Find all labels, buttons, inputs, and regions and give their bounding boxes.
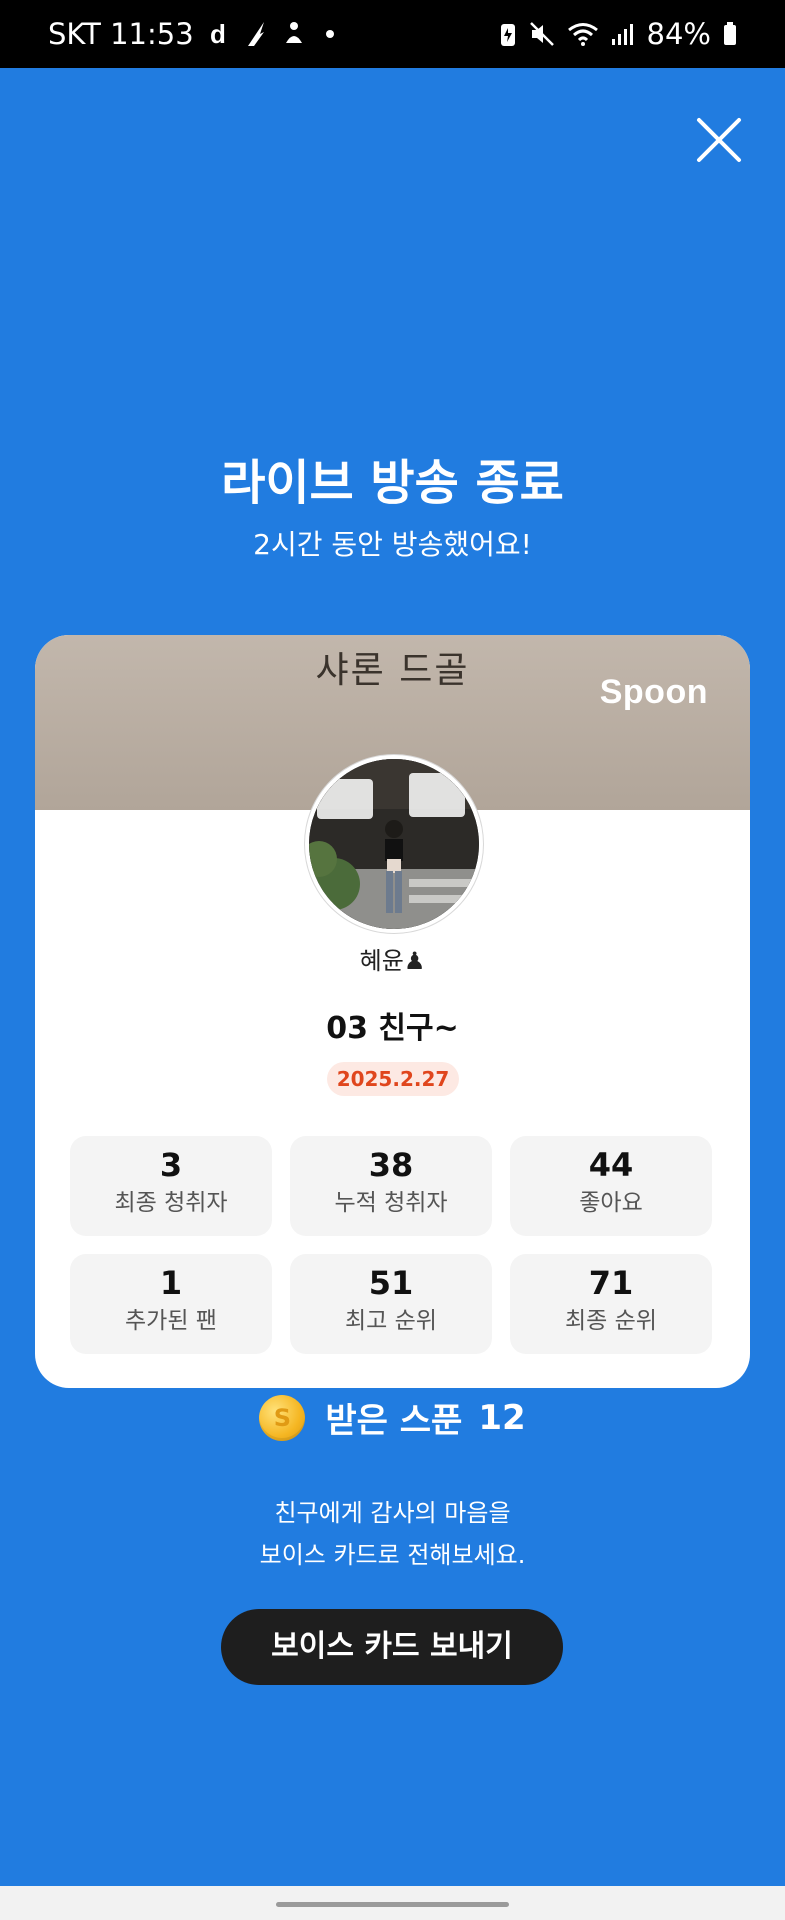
stat-value: 38 — [368, 1146, 414, 1184]
spoon-logo: Spoon — [599, 673, 708, 711]
notification-dot — [325, 30, 334, 38]
stat-final-listeners: 3 최종 청취자 — [70, 1136, 272, 1236]
received-spoons-label: 받은 스푼 — [325, 1401, 463, 1441]
signal-icon — [611, 22, 635, 46]
mute-icon — [529, 21, 555, 47]
thanks-message: 친구에게 감사의 마음을 보이스 카드로 전해보세요. — [0, 1492, 785, 1576]
wifi-icon — [567, 21, 599, 47]
stat-value: 1 — [159, 1264, 183, 1302]
svg-text:d: d — [210, 21, 226, 47]
broadcast-summary-card: 샤론 드골 Spoon 혜윤♟ 03 친구~ 2025.2.27 3 최종 청취… — [35, 635, 750, 1388]
profile-photo — [309, 759, 479, 929]
battery-percent: 84% — [646, 17, 711, 51]
thanks-message-line2: 보이스 카드로 전해보세요. — [259, 1541, 526, 1569]
stat-label: 최고 순위 — [345, 1308, 437, 1334]
status-right: 84% — [499, 17, 737, 51]
stat-value: 71 — [588, 1264, 634, 1302]
battery-icon — [723, 22, 737, 46]
send-voice-card-button[interactable]: 보이스 카드 보내기 — [221, 1609, 563, 1685]
meditation-app-icon — [282, 21, 306, 47]
status-bar: SKT 11:53 d 84% — [0, 0, 785, 68]
avatar — [305, 755, 483, 933]
status-left: SKT 11:53 d — [48, 17, 334, 51]
stat-value: 44 — [588, 1146, 634, 1184]
feather-app-icon — [244, 20, 268, 48]
stat-label: 최종 순위 — [565, 1308, 657, 1334]
stat-value: 51 — [368, 1264, 414, 1302]
battery-saver-icon — [499, 20, 517, 48]
close-button[interactable] — [693, 114, 745, 166]
page-subtitle: 2시간 동안 방송했어요! — [253, 528, 532, 561]
stat-cumulative-listeners: 38 누적 청취자 — [290, 1136, 492, 1236]
stat-label: 누적 청취자 — [334, 1190, 448, 1216]
room-title: 03 친구~ — [326, 1011, 459, 1046]
stat-best-rank: 51 최고 순위 — [290, 1254, 492, 1354]
page-title: 라이브 방송 종료 — [221, 455, 564, 511]
spoon-coin-icon: S — [259, 1394, 306, 1441]
carrier-time: SKT 11:53 — [48, 17, 194, 51]
date-badge: 2025.2.27 — [327, 1062, 459, 1096]
home-indicator[interactable] — [276, 1902, 509, 1907]
stats-grid: 3 최종 청취자 38 누적 청취자 44 좋아요 1 추가된 팬 51 최고 … — [70, 1136, 715, 1354]
user-name: 혜윤♟ — [359, 947, 426, 975]
stat-label: 추가된 팬 — [125, 1308, 217, 1334]
stat-value: 3 — [159, 1146, 183, 1184]
thanks-message-line1: 친구에게 감사의 마음을 — [274, 1499, 511, 1527]
received-spoons: S 받은 스푼 12 — [0, 1393, 785, 1442]
stat-label: 최종 청취자 — [114, 1190, 228, 1216]
stat-final-rank: 71 최종 순위 — [510, 1254, 712, 1354]
close-icon — [697, 118, 741, 162]
stat-label: 좋아요 — [579, 1190, 643, 1216]
broadcast-ended-screen: 라이브 방송 종료 2시간 동안 방송했어요! 샤론 드골 Spoon 혜윤♟ … — [0, 68, 785, 1886]
d-app-icon: d — [208, 21, 230, 47]
stat-new-fans: 1 추가된 팬 — [70, 1254, 272, 1354]
received-spoons-count: 12 — [478, 1397, 526, 1438]
system-navigation-bar — [0, 1886, 785, 1920]
stat-likes: 44 좋아요 — [510, 1136, 712, 1236]
